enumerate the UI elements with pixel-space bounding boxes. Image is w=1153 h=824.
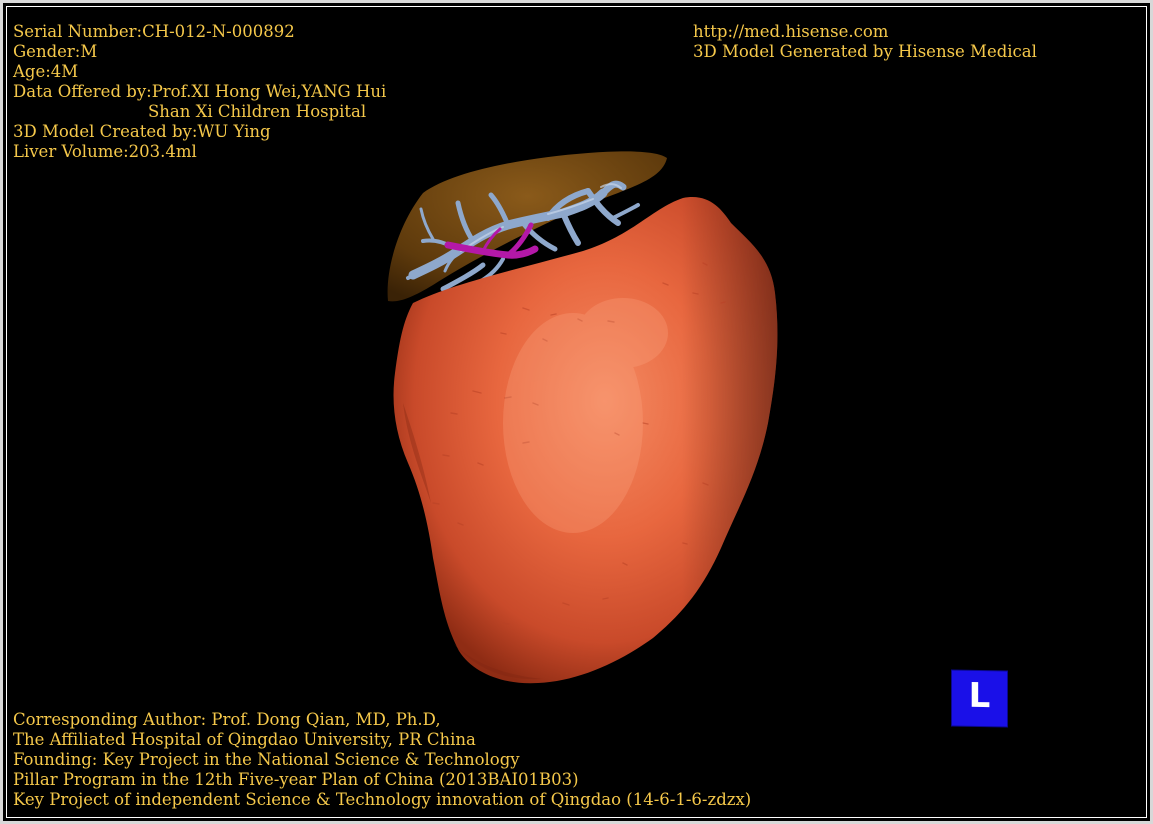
orientation-marker: L [952,670,1007,727]
serial-number-text: Serial Number:CH-012-N-000892 [13,22,295,41]
funding-text-1: Founding: Key Project in the National Sc… [13,750,520,769]
hospital-text: Shan Xi Children Hospital [148,102,367,121]
generator-text: 3D Model Generated by Hisense Medical [693,42,1037,61]
credits-overlay: Corresponding Author: Prof. Dong Qian, M… [13,710,751,810]
model-creator-text: 3D Model Created by:WU Ying [13,122,271,141]
funding-text-2: Pillar Program in the 12th Five-year Pla… [13,770,579,789]
data-offered-text: Data Offered by:Prof.XI Hong Wei,YANG Hu… [13,82,387,101]
liver-volume-text: Liver Volume:203.4ml [13,142,197,161]
funding-text-3: Key Project of independent Science & Tec… [13,790,752,809]
patient-info-overlay: Serial Number:CH-012-N-000892 Gender:M A… [13,22,386,162]
corresponding-author-text: Corresponding Author: Prof. Dong Qian, M… [13,710,441,729]
website-url-text: http://med.hisense.com [693,22,889,41]
affiliation-text: The Affiliated Hospital of Qingdao Unive… [13,730,476,749]
age-text: Age:4M [13,62,79,81]
generator-info-overlay: http://med.hisense.com 3D Model Generate… [693,22,1037,62]
orientation-label: L [968,675,991,717]
3d-model-viewer[interactable]: Serial Number:CH-012-N-000892 Gender:M A… [0,0,1153,824]
gender-text: Gender:M [13,42,98,61]
